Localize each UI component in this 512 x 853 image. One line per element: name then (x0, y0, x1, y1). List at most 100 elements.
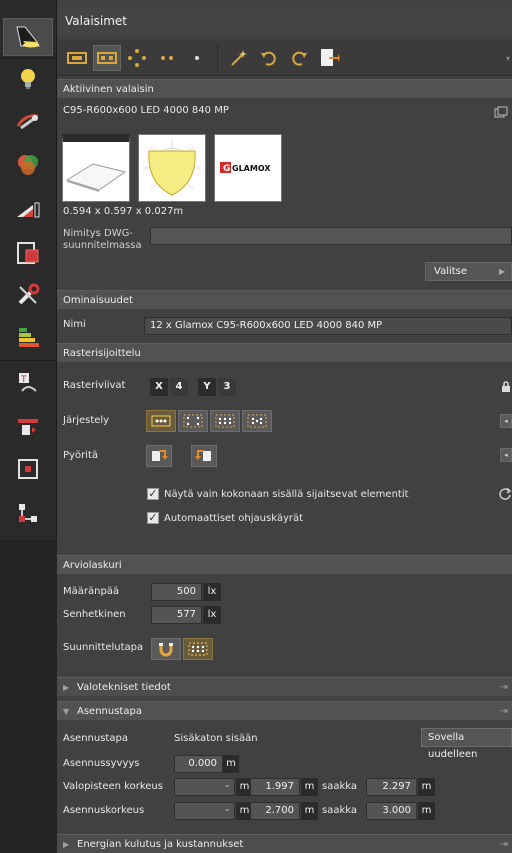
name-input[interactable]: 12 x Glamox C95-R600x600 LED 4000 840 MP (144, 317, 512, 335)
mount-height-input[interactable]: - (174, 802, 235, 820)
rotate-expand-arrow[interactable]: ◂ (500, 448, 512, 462)
light-distribution-diagram[interactable] (138, 134, 206, 202)
pin-icon[interactable]: ⇥ (500, 835, 508, 853)
toolbar-overflow-icon[interactable]: ▾ (506, 54, 510, 63)
arrangement-option-4[interactable] (242, 410, 272, 432)
section-header-installation[interactable]: ▼ Asennustapa ⇥ (57, 701, 512, 720)
light-settings-tool-button[interactable] (3, 102, 53, 140)
collapse-arrow-icon: ▼ (63, 707, 70, 716)
place-line-button[interactable] (153, 45, 181, 71)
svg-text:GLAMOX: GLAMOX (232, 164, 271, 173)
magnet-icon (159, 643, 173, 657)
grid-y-input[interactable]: 3 (218, 378, 236, 396)
luminaire-name: C95-R600x600 LED 4000 840 MP (63, 105, 229, 116)
arrangement-rows-icon (215, 414, 235, 428)
room-layout-tool-button[interactable] (3, 234, 53, 272)
auto-control-curves-checkbox[interactable]: ✓ (147, 512, 159, 524)
point-height-to-unit: m (418, 778, 435, 796)
hierarchy-tool-button[interactable] (3, 494, 53, 532)
line-points-icon (161, 56, 173, 60)
select-luminaire-button[interactable]: Valitse ▶ (425, 262, 512, 281)
arrangement-option-2[interactable] (178, 410, 208, 432)
target-unit: lx (203, 583, 221, 601)
text-curve-icon: T (19, 373, 37, 392)
grid-x-input[interactable]: 4 (170, 378, 188, 396)
lock-icon[interactable] (501, 381, 511, 396)
luminaire-image[interactable] (62, 134, 130, 202)
section-header-properties[interactable]: Ominaisuudet (57, 290, 512, 309)
point-height-to-word: saakka (322, 781, 357, 792)
rotate-left-button[interactable] (255, 45, 283, 71)
tools-tool-button[interactable] (3, 276, 53, 314)
place-point-button[interactable] (183, 45, 211, 71)
design-method-option-1[interactable] (151, 638, 181, 660)
point-height-input[interactable]: - (174, 778, 235, 796)
section-header-active-luminaire[interactable]: Aktiivinen valaisin (57, 79, 512, 98)
frame-target-icon (18, 459, 38, 479)
point-height-to-input[interactable]: 2.297 (366, 778, 417, 796)
rotate-label: Pyöritä (63, 450, 99, 461)
export-button[interactable] (315, 45, 343, 71)
lamp-tool-button[interactable] (3, 18, 53, 56)
section-header-photometric[interactable]: ▶ Valotekniset tiedot ⇥ (57, 677, 512, 696)
section-header-grid[interactable]: Rasterisijoittelu (57, 343, 512, 362)
rotate-right-button[interactable] (285, 45, 313, 71)
rotate-ccw-button[interactable] (191, 445, 217, 467)
grid-y-label: Y (198, 378, 216, 396)
place-single-button[interactable] (63, 45, 91, 71)
section-header-energy[interactable]: ▶ Energian kulutus ja kustannukset ⇥ (57, 834, 512, 853)
svg-text:T: T (20, 375, 27, 385)
point-height-from-input[interactable]: 1.997 (250, 778, 300, 796)
mount-height-to-input[interactable]: 3.000 (366, 802, 417, 820)
around-points-icon (128, 49, 146, 67)
frame-target-tool-button[interactable] (3, 450, 53, 488)
target-input[interactable]: 500 (151, 583, 202, 601)
left-toolbar-empty-area (0, 540, 57, 853)
place-around-button[interactable] (123, 45, 151, 71)
expand-arrow-icon: ▶ (63, 683, 70, 692)
insert-symbol-tool-button[interactable] (3, 406, 53, 444)
current-unit: lx (203, 606, 221, 624)
rotate-ccw-icon (195, 450, 211, 461)
design-method-option-2[interactable] (183, 638, 213, 660)
grid-x-label: X (150, 378, 168, 396)
measure-tool-button[interactable] (3, 190, 53, 228)
export-document-icon (321, 49, 340, 66)
refresh-icon[interactable] (499, 487, 512, 503)
svg-text:G: G (223, 164, 230, 174)
arrangement-option-3[interactable] (210, 410, 240, 432)
pin-icon[interactable]: ⇥ (500, 678, 508, 697)
luminaire-dimensions: 0.594 x 0.597 x 0.027m (63, 206, 184, 217)
show-inside-only-checkbox[interactable]: ✓ (147, 488, 159, 500)
current-value: 577 (151, 606, 202, 624)
mount-height-from-input[interactable]: 2.700 (250, 802, 300, 820)
lamp-icon (16, 26, 40, 48)
arrangement-expand-arrow[interactable]: ◂ (500, 414, 512, 428)
arrangement-dots-icon (151, 415, 171, 427)
text-curve-tool-button[interactable]: T (3, 364, 53, 402)
copy-icon[interactable] (494, 106, 508, 121)
target-label: Määränpää (63, 586, 120, 597)
magic-wand-button[interactable] (225, 45, 253, 71)
energy-tool-button[interactable] (3, 318, 53, 356)
mount-height-to-unit: m (418, 802, 435, 820)
pin-icon[interactable]: ⇥ (500, 702, 508, 721)
auto-control-curves-label: Automaattiset ohjauskäyrät (164, 513, 304, 524)
lightbulb-tool-button[interactable] (3, 60, 53, 98)
current-label: Senhetkinen (63, 609, 126, 620)
installation-depth-unit: m (223, 755, 239, 773)
dwg-name-input[interactable] (150, 227, 512, 245)
place-grid-button[interactable] (93, 45, 121, 71)
single-luminaire-icon (67, 52, 87, 64)
installation-type-value[interactable]: Sisäkaton sisään (174, 733, 258, 744)
energy-bars-icon (19, 328, 39, 347)
section-header-calculator[interactable]: Arviolaskuri (57, 555, 512, 574)
point-height-label: Valopisteen korkeus (63, 781, 163, 792)
rotate-cw-button[interactable] (146, 445, 172, 467)
arrangement-option-1[interactable] (146, 410, 176, 432)
hierarchy-icon (19, 504, 37, 522)
color-tool-button[interactable] (3, 146, 53, 184)
grid-luminaire-icon (97, 52, 117, 64)
installation-depth-input[interactable]: 0.000 (174, 755, 223, 773)
reapply-button[interactable]: Sovella uudelleen (421, 728, 512, 760)
